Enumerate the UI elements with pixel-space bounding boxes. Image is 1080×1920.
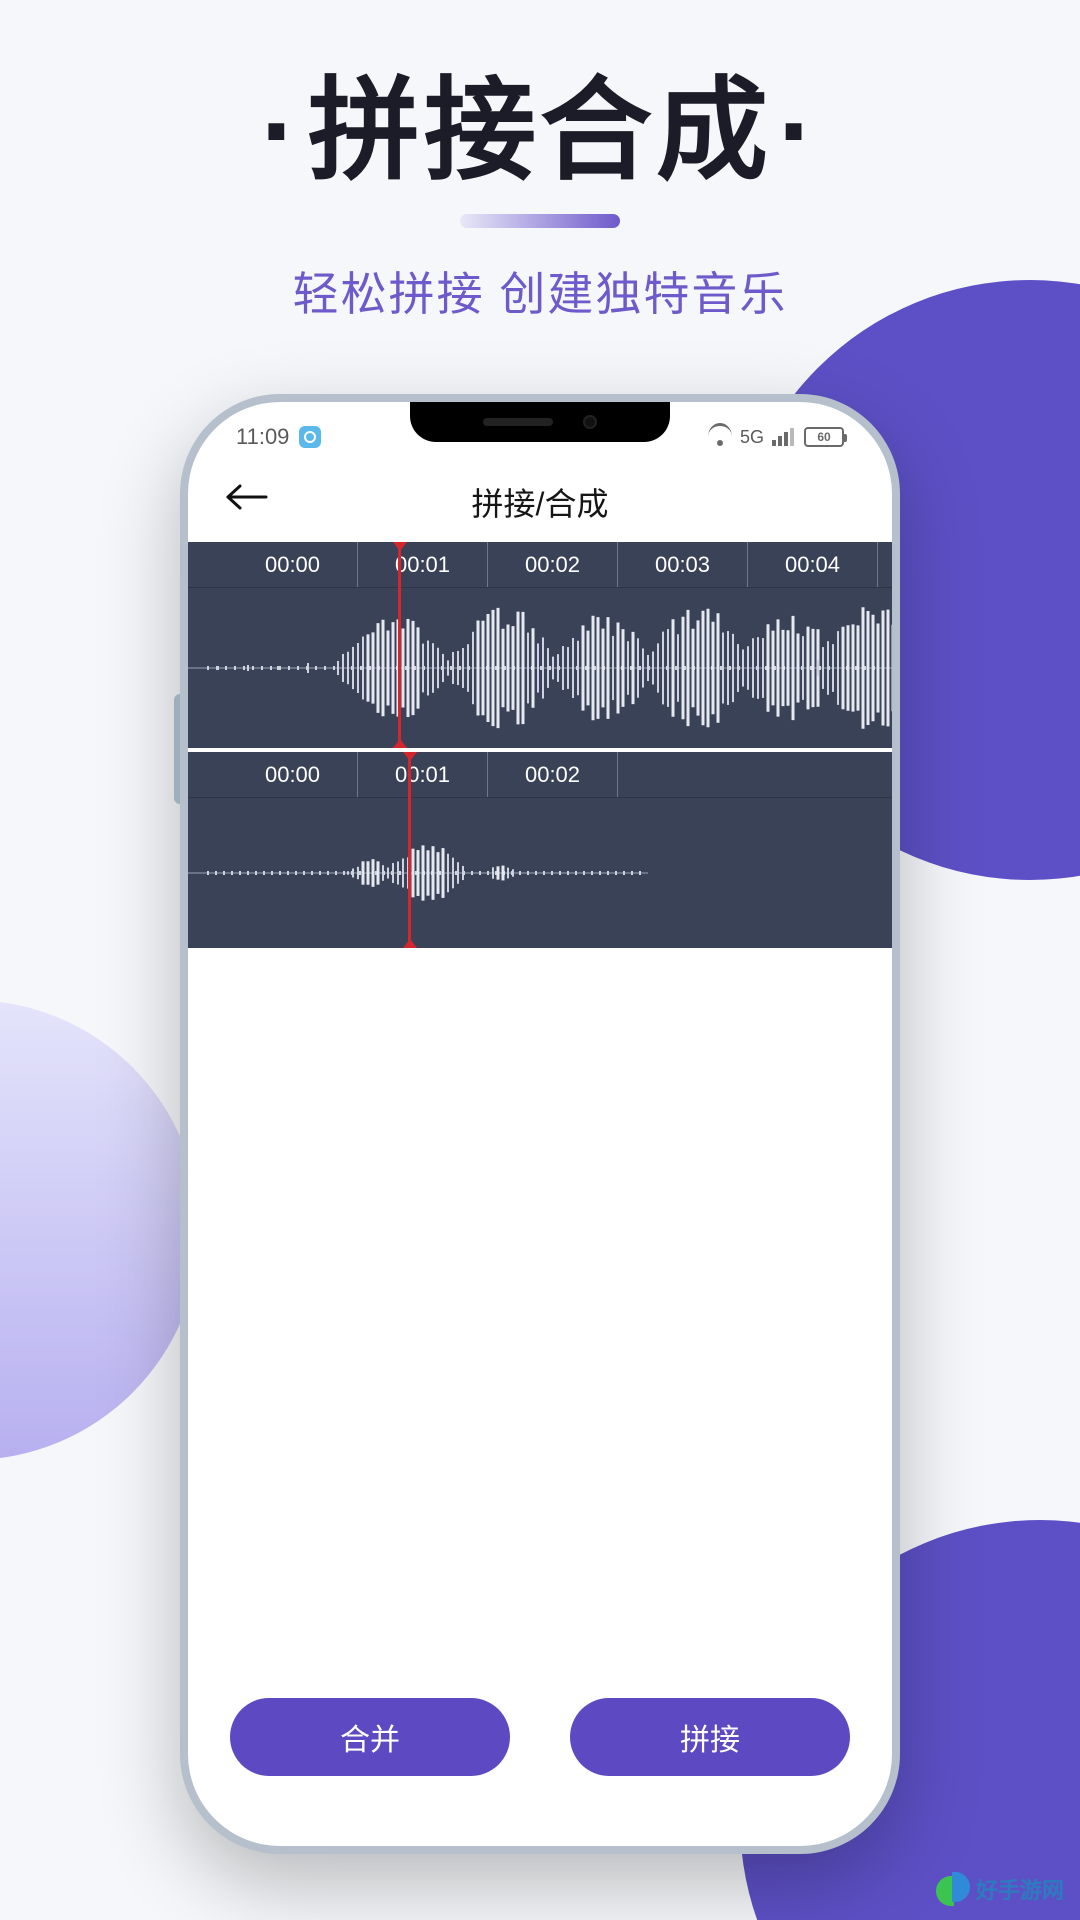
back-arrow-icon	[222, 482, 268, 512]
ruler-cell: 00:02	[488, 542, 618, 587]
status-left: 11:09	[218, 424, 321, 450]
concat-button-label: 拼接	[680, 1715, 740, 1759]
hero-title-text: 拼接合成	[308, 68, 772, 193]
concat-button[interactable]: 拼接	[570, 1698, 850, 1776]
network-label: 5G	[740, 427, 764, 448]
hero-underline	[460, 214, 620, 228]
phone-screen: 11:09 5G 60 拼接/合成	[188, 402, 892, 1846]
ruler-cell: 00:02	[488, 752, 618, 797]
signal-icon	[772, 428, 796, 446]
phone-side-button	[174, 694, 180, 804]
footer-brand[interactable]: 好手游网	[936, 1872, 1064, 1906]
track-2-waveform[interactable]	[188, 798, 892, 948]
app-bar: 拼接/合成	[188, 462, 892, 542]
status-time: 11:09	[236, 424, 289, 450]
brand-logo-icon	[936, 1872, 970, 1906]
track-1-ruler: 00:00 00:01 00:02 00:03 00:04	[188, 542, 892, 588]
tracks-container: 00:00 00:01 00:02 00:03 00:04	[188, 542, 892, 948]
ruler-cell: 00:00	[228, 752, 358, 797]
phone-notch	[410, 402, 670, 442]
wifi-icon	[708, 428, 732, 446]
hero-title: ·拼接合成·	[0, 40, 1080, 202]
brand-name: 好手游网	[976, 1873, 1064, 1905]
track-2-ruler: 00:00 00:01 00:02	[188, 752, 892, 798]
action-bar: 合并 拼接	[188, 1698, 892, 1776]
audio-track-2[interactable]: 00:00 00:01 00:02	[188, 752, 892, 948]
app-title: 拼接/合成	[472, 479, 609, 525]
ruler-cell: 00:04	[748, 542, 878, 587]
ruler-cell: 00:01	[358, 752, 488, 797]
ruler-cell: 00:03	[618, 542, 748, 587]
status-app-icon	[299, 426, 321, 448]
track-2-playhead[interactable]	[408, 752, 411, 948]
merge-button-label: 合并	[340, 1715, 400, 1759]
hero-dot-left: ·	[255, 68, 308, 193]
hero-dot-right: ·	[772, 68, 825, 193]
battery-pct: 60	[817, 430, 830, 444]
ruler-cell: 00:01	[358, 542, 488, 587]
hero-subtitle: 轻松拼接 创建独特音乐	[0, 258, 1080, 324]
hero: ·拼接合成· 轻松拼接 创建独特音乐	[0, 0, 1080, 324]
track-1-playhead[interactable]	[398, 542, 401, 748]
waveform-icon	[188, 588, 892, 748]
bg-blob-left	[0, 1000, 200, 1460]
battery-icon: 60	[804, 427, 844, 447]
notch-camera	[583, 415, 597, 429]
back-button[interactable]	[222, 482, 268, 522]
merge-button[interactable]: 合并	[230, 1698, 510, 1776]
audio-track-1[interactable]: 00:00 00:01 00:02 00:03 00:04	[188, 542, 892, 748]
phone-mockup: 11:09 5G 60 拼接/合成	[180, 394, 900, 1854]
waveform-icon	[188, 798, 892, 948]
track-1-waveform[interactable]	[188, 588, 892, 748]
ruler-cell: 00:00	[228, 542, 358, 587]
notch-speaker	[483, 418, 553, 426]
status-right: 5G 60	[708, 427, 862, 448]
